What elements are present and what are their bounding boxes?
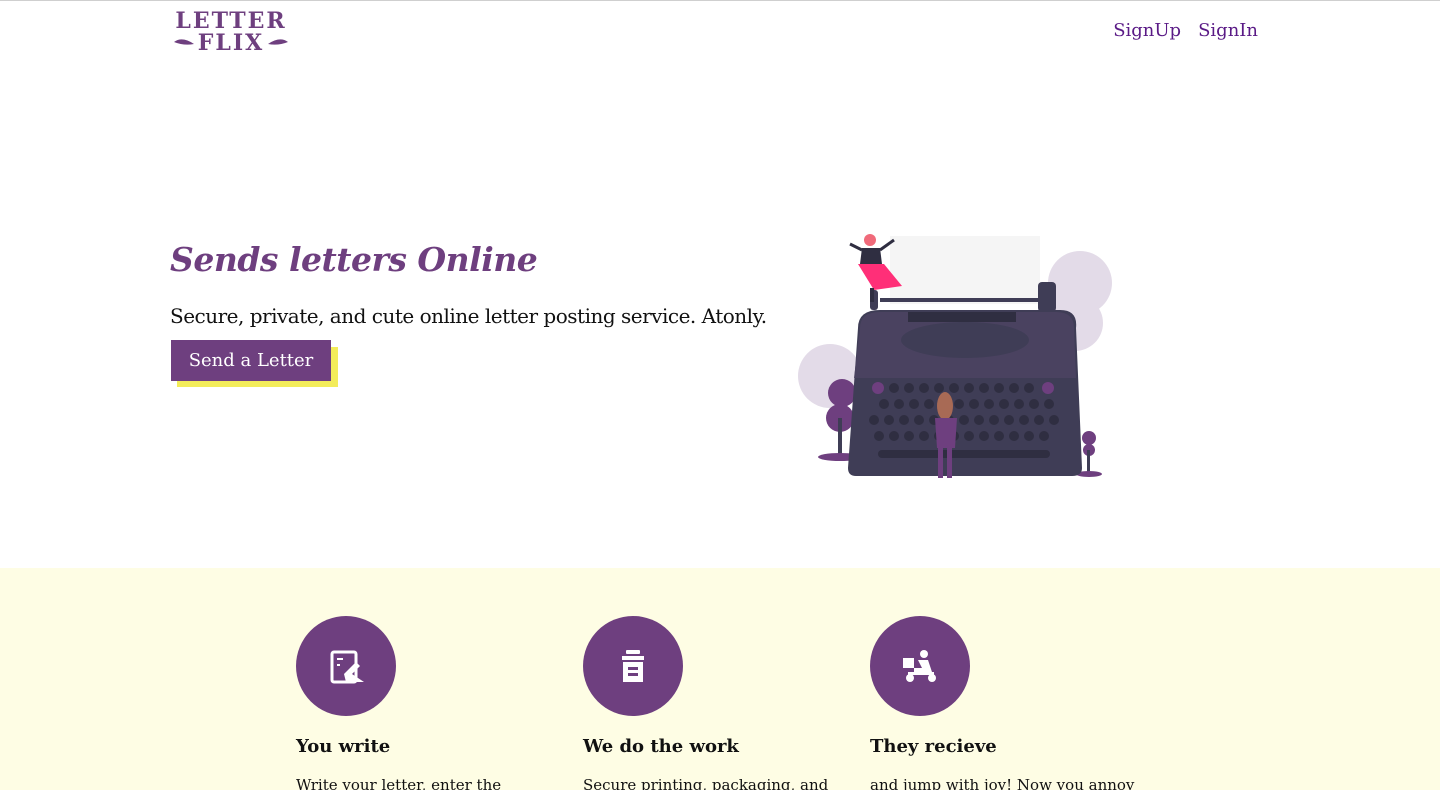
typewriter-illustration bbox=[790, 228, 1120, 488]
feature-title: We do the work bbox=[583, 736, 739, 757]
mailbox-icon bbox=[622, 650, 644, 682]
feature-text: Write your letter, enter the bbox=[296, 776, 502, 790]
cta-wrapper: Send a Letter bbox=[171, 340, 339, 388]
hero-subtitle: Secure, private, and cute online letter … bbox=[170, 304, 767, 328]
signin-link[interactable]: SignIn bbox=[1198, 20, 1258, 41]
feature-icon-circle bbox=[296, 616, 396, 716]
hero-title: Sends letters Online bbox=[170, 240, 538, 279]
delivery-scooter-icon bbox=[903, 650, 936, 682]
logo[interactable]: LETTER FLIX bbox=[170, 8, 292, 56]
top-nav: SignUp SignIn bbox=[1113, 20, 1258, 41]
feature-title: They recieve bbox=[870, 736, 997, 757]
feature-icon-circle bbox=[583, 616, 683, 716]
feature-text: Secure printing, packaging, and bbox=[583, 776, 829, 790]
send-letter-button[interactable]: Send a Letter bbox=[171, 340, 331, 381]
features-section: You write Write your letter, enter the W… bbox=[0, 568, 1440, 790]
feature-title: You write bbox=[296, 736, 391, 757]
logo-line2: FLIX bbox=[198, 30, 264, 56]
feature-icon-circle bbox=[870, 616, 970, 716]
site-header: LETTER FLIX SignUp SignIn bbox=[0, 0, 1440, 64]
signup-link[interactable]: SignUp bbox=[1113, 20, 1181, 41]
write-letter-icon bbox=[330, 650, 364, 684]
feature-text: and jump with joy! Now you annoy bbox=[870, 776, 1135, 790]
